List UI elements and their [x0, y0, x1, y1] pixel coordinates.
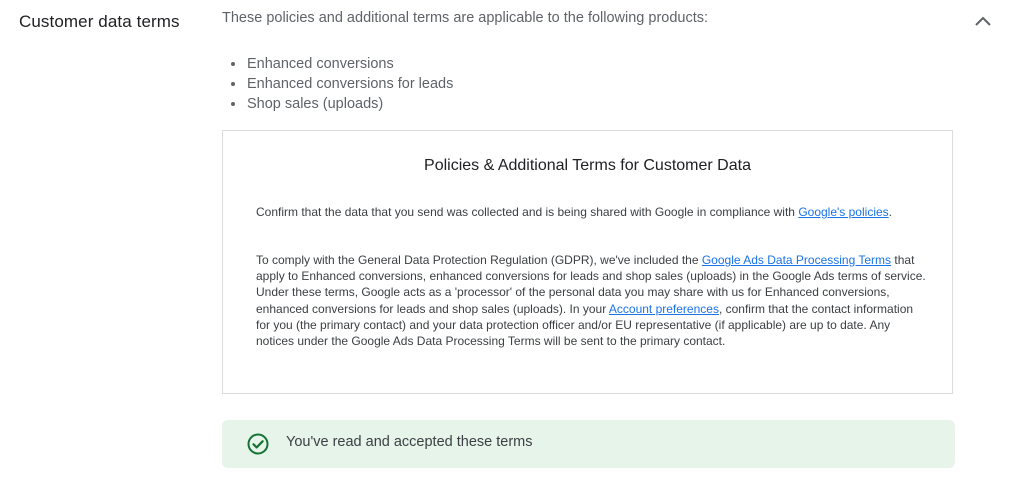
account-preferences-link[interactable]: Account preferences: [609, 302, 719, 316]
chevron-up-icon: [974, 14, 992, 32]
terms-paragraph: Confirm that the data that you send was …: [256, 204, 926, 220]
terms-text: Confirm that the data that you send was …: [256, 205, 799, 219]
collapse-button[interactable]: [970, 10, 996, 36]
products-intro: These policies and additional terms are …: [222, 10, 709, 26]
list-item: Enhanced conversions for leads: [246, 74, 453, 94]
data-processing-terms-link[interactable]: Google Ads Data Processing Terms: [702, 253, 891, 267]
googles-policies-link[interactable]: Google's policies: [798, 205, 888, 219]
accepted-status-banner: You've read and accepted these terms: [222, 420, 955, 468]
section-title: Customer data terms: [19, 12, 180, 31]
terms-text: To comply with the General Data Protecti…: [256, 253, 702, 267]
check-circle-icon: [247, 433, 269, 455]
terms-title: Policies & Additional Terms for Customer…: [424, 157, 751, 174]
list-item: Shop sales (uploads): [246, 94, 453, 114]
accepted-status-text: You've read and accepted these terms: [286, 434, 533, 450]
list-item: Enhanced conversions: [246, 54, 453, 74]
terms-box: Policies & Additional Terms for Customer…: [222, 130, 953, 394]
terms-paragraph: To comply with the General Data Protecti…: [256, 252, 926, 349]
product-list: Enhanced conversions Enhanced conversion…: [230, 54, 453, 114]
terms-text: .: [888, 205, 892, 219]
